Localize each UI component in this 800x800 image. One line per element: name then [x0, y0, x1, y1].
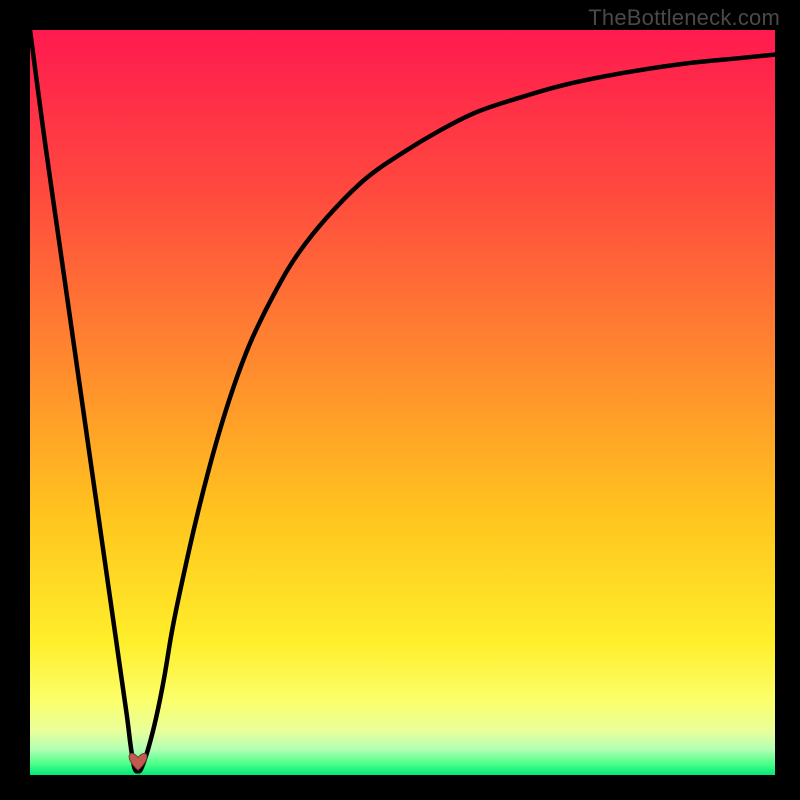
plot-area — [30, 30, 775, 775]
watermark-text: TheBottleneck.com — [588, 5, 780, 31]
gradient-background — [30, 30, 775, 775]
chart-frame: TheBottleneck.com — [0, 0, 800, 800]
